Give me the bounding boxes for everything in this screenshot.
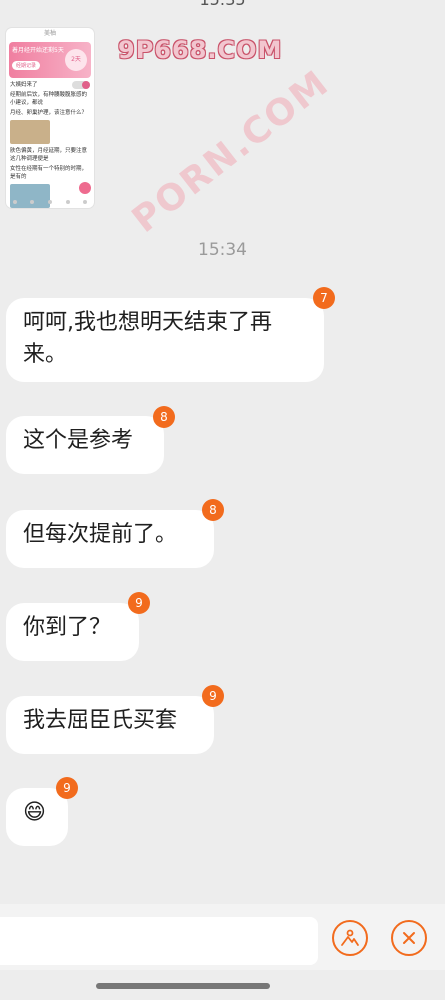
thumb-bottom-nav: [6, 200, 94, 206]
chat-input-bar: [0, 904, 445, 970]
message-text: 但每次提前了。: [23, 522, 178, 547]
message-bubble[interactable]: 但每次提前了。: [6, 510, 214, 568]
message-count-badge: 9: [128, 592, 150, 614]
message-input[interactable]: [0, 917, 318, 965]
shared-image-message[interactable]: 美柚 着月经开始还剩5天 经期记录 2天 大姨妈来了 经期前后饮，有种腰酸腹胀感…: [6, 28, 94, 208]
status-bar-time: 15:35: [0, 0, 445, 9]
thumb-tab-label: 大姨妈来了: [10, 82, 38, 88]
message-count-badge: 8: [153, 406, 175, 428]
thumb-banner-pill: 经期记录: [12, 61, 41, 70]
thumb-fab-icon: [79, 182, 91, 194]
message-text: 来。: [23, 342, 68, 367]
message-emoji: 😄: [23, 800, 46, 825]
mountain-photo-icon: [341, 929, 359, 946]
message-bubble[interactable]: 呵呵,我也想明天结束了再 来。: [6, 298, 324, 382]
thumb-app-title: 美柚: [43, 30, 56, 37]
message-text: 这个是参考: [23, 428, 134, 453]
thumb-article-text: 女性在经期有一个特别的时期，是有的: [10, 166, 88, 180]
thumb-article-text: 肤色偏黄，月经延期，只要注意这几种调理便是: [10, 148, 88, 162]
message-bubble[interactable]: 你到了？: [6, 603, 139, 661]
thumb-banner-badge: 2天: [65, 49, 87, 71]
thumb-article-text: 月经、卵巢护理，该注意什么？: [10, 110, 88, 116]
chat-timestamp: 15:34: [198, 240, 247, 260]
message-count-badge: 8: [202, 499, 224, 521]
message-text: 呵呵,我也想明天结束了再: [23, 310, 272, 335]
thumb-tab-row: 大姨妈来了: [6, 80, 94, 90]
thumb-article-text: 经期前后饮，有种腰酸腹胀感的小建议，都说: [10, 92, 88, 106]
message-count-badge: 9: [202, 685, 224, 707]
message-bubble[interactable]: 这个是参考: [6, 416, 164, 474]
watermark-text: 9P668.COM: [118, 36, 283, 64]
message-bubble[interactable]: 我去屈臣氏买套: [6, 696, 214, 754]
message-text: 我去屈臣氏买套: [23, 708, 178, 733]
thumb-banner: 着月经开始还剩5天 经期记录 2天: [9, 42, 91, 78]
message-count-badge: 7: [313, 287, 335, 309]
close-button[interactable]: [391, 920, 427, 956]
home-indicator: [96, 983, 270, 989]
thumb-article-image: [10, 120, 50, 144]
image-picker-button[interactable]: [332, 920, 368, 956]
close-icon: [403, 932, 415, 944]
message-count-badge: 9: [56, 777, 78, 799]
message-text: 你到了？: [23, 615, 112, 640]
toggle-icon: [72, 81, 90, 89]
message-bubble[interactable]: 😄: [6, 788, 68, 846]
watermark-text-rotated: PORN.COM: [124, 62, 338, 241]
